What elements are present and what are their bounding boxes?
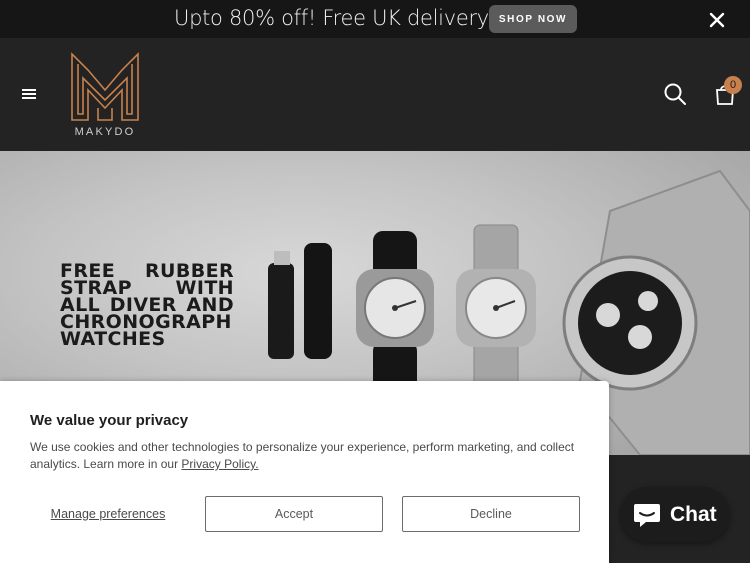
cart-count-badge: 0: [724, 76, 742, 94]
search-icon[interactable]: [663, 82, 687, 106]
chat-bubble-icon: [634, 503, 660, 527]
chat-widget-button[interactable]: Chat: [620, 487, 730, 542]
decline-button[interactable]: Decline: [402, 496, 580, 532]
makydo-logo[interactable]: MAKYDO: [68, 50, 142, 140]
manage-preferences-button[interactable]: Manage preferences: [30, 496, 186, 532]
close-icon[interactable]: [706, 9, 728, 31]
privacy-policy-link[interactable]: Privacy Policy.: [181, 457, 258, 471]
chat-label: Chat: [670, 502, 717, 526]
menu-icon[interactable]: [20, 87, 38, 101]
accept-button[interactable]: Accept: [205, 496, 383, 532]
shop-now-button[interactable]: SHOP NOW: [489, 5, 577, 33]
cookie-consent-panel: We value your privacy We use cookies and…: [0, 381, 609, 563]
cookie-body-text: We use cookies and other technologies to…: [30, 440, 575, 471]
logo-text: MAKYDO: [74, 126, 136, 138]
announcement-text: Upto 80% off! Free UK delivery: [174, 6, 489, 30]
diver-watch-metal-bracelet-icon: [456, 224, 536, 394]
rubber-strap-icon: [268, 243, 332, 359]
cookie-description: We use cookies and other technologies to…: [30, 439, 580, 473]
hero-headline: FREE RUBBER STRAP WITH ALL DIVER AND CHR…: [60, 260, 234, 350]
cookie-title: We value your privacy: [30, 412, 189, 429]
announcement-bar: Upto 80% off! Free UK delivery SHOP NOW: [0, 0, 750, 38]
site-header: MAKYDO 0: [0, 38, 750, 151]
logo-mark-icon: [71, 52, 139, 121]
